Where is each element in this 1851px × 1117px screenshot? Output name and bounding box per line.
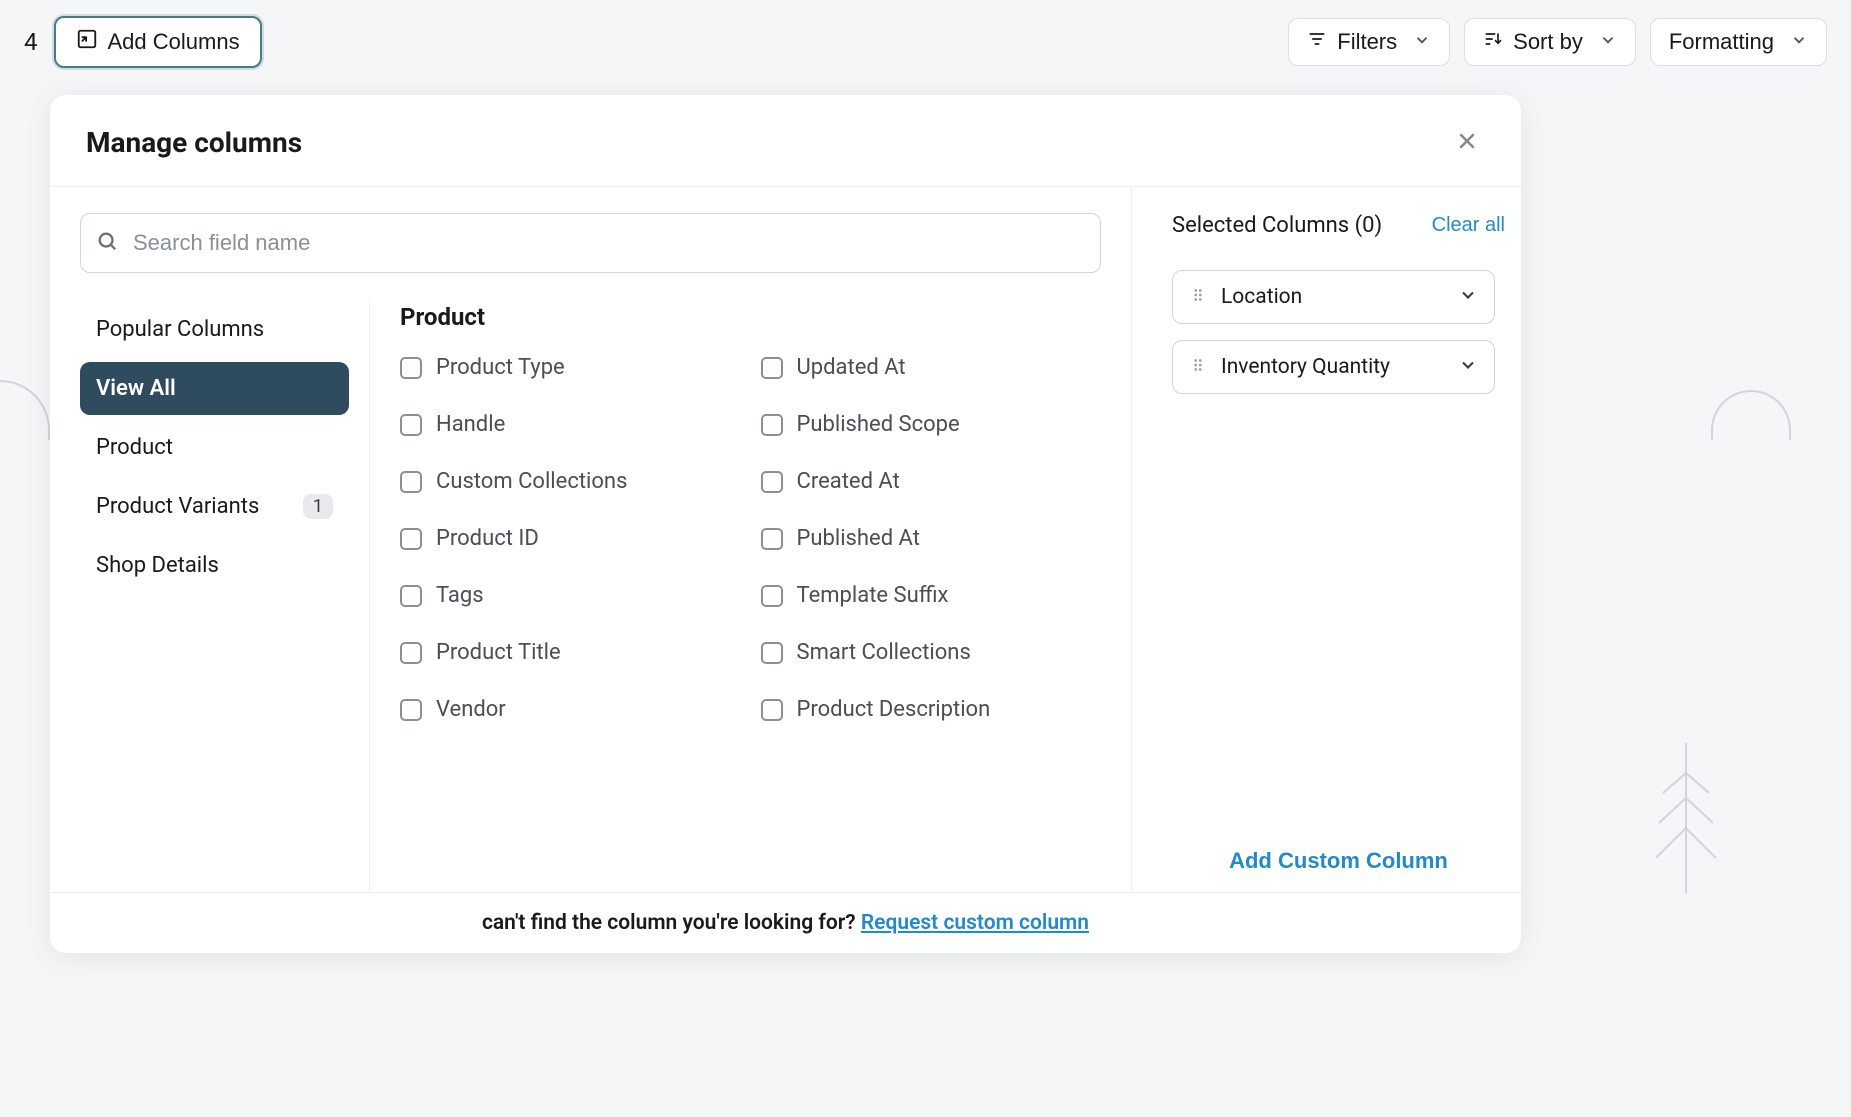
sidebar-item-label: Product Variants xyxy=(96,494,259,519)
chevron-down-icon[interactable] xyxy=(1458,355,1478,379)
selected-column-item[interactable]: Location xyxy=(1172,270,1495,324)
sidebar-item-label: Popular Columns xyxy=(96,317,264,342)
checkbox-icon xyxy=(761,699,783,721)
sort-by-label: Sort by xyxy=(1513,29,1583,55)
formatting-label: Formatting xyxy=(1669,29,1774,55)
selected-list-scroll[interactable]: Location Inventory Quantity xyxy=(1172,270,1505,830)
field-checkbox-item[interactable]: Product Type xyxy=(400,355,741,380)
chevron-down-icon xyxy=(1790,29,1808,55)
sort-icon xyxy=(1483,29,1503,55)
sidebar-item-view-all[interactable]: View All xyxy=(80,362,349,415)
field-checkbox-item[interactable]: Tags xyxy=(400,583,741,608)
field-label: Published At xyxy=(797,526,920,551)
field-label: Product ID xyxy=(436,526,539,551)
field-checkbox-item[interactable]: Handle xyxy=(400,412,741,437)
field-label: Updated At xyxy=(797,355,906,380)
field-checkbox-item[interactable]: Published Scope xyxy=(761,412,1102,437)
drag-handle-icon[interactable] xyxy=(1189,356,1207,378)
checkbox-icon xyxy=(400,414,422,436)
checkbox-icon xyxy=(400,528,422,550)
field-label: Handle xyxy=(436,412,505,437)
formatting-button[interactable]: Formatting xyxy=(1650,18,1827,66)
close-icon xyxy=(1455,141,1479,156)
search-input[interactable] xyxy=(80,213,1101,273)
sidebar-item-shop-details[interactable]: Shop Details xyxy=(80,539,349,592)
chevron-down-icon xyxy=(1413,29,1431,55)
bg-cloud-left xyxy=(0,380,50,440)
request-custom-column-link[interactable]: Request custom column xyxy=(861,911,1089,935)
sort-by-button[interactable]: Sort by xyxy=(1464,18,1636,66)
filter-icon xyxy=(1307,29,1327,55)
checkbox-icon xyxy=(761,528,783,550)
field-label: Product Description xyxy=(797,697,991,722)
field-label: Created At xyxy=(797,469,900,494)
checkbox-icon xyxy=(400,471,422,493)
section-heading: Product xyxy=(400,303,1101,331)
clear-all-button[interactable]: Clear all xyxy=(1432,214,1505,237)
add-custom-column-button[interactable]: Add Custom Column xyxy=(1172,830,1505,892)
category-sidebar: Popular Columns View All Product Product… xyxy=(80,303,370,892)
checkbox-icon xyxy=(400,585,422,607)
selected-column-item[interactable]: Inventory Quantity xyxy=(1172,340,1495,394)
bg-tree-icon xyxy=(1651,743,1721,897)
field-label: Template Suffix xyxy=(797,583,949,608)
checkbox-icon xyxy=(761,414,783,436)
field-checkbox-item[interactable]: Smart Collections xyxy=(761,640,1102,665)
add-columns-label: Add Columns xyxy=(108,29,240,55)
sidebar-item-product[interactable]: Product xyxy=(80,421,349,474)
field-label: Published Scope xyxy=(797,412,960,437)
drag-handle-icon[interactable] xyxy=(1189,286,1207,308)
field-checkbox-item[interactable]: Published At xyxy=(761,526,1102,551)
footer-lead-text: can't find the column you're looking for… xyxy=(482,911,861,935)
close-button[interactable] xyxy=(1449,123,1485,162)
sidebar-item-product-variants[interactable]: Product Variants 1 xyxy=(80,480,349,533)
field-checkbox-item[interactable]: Vendor xyxy=(400,697,741,722)
field-label: Product Title xyxy=(436,640,561,665)
sidebar-item-label: View All xyxy=(96,376,176,401)
search-icon xyxy=(96,230,118,256)
field-label: Smart Collections xyxy=(797,640,971,665)
checkbox-icon xyxy=(761,471,783,493)
field-checkbox-item[interactable]: Created At xyxy=(761,469,1102,494)
checkbox-icon xyxy=(761,585,783,607)
field-label: Tags xyxy=(436,583,484,608)
checkbox-icon xyxy=(400,699,422,721)
checkbox-icon xyxy=(761,642,783,664)
sidebar-item-popular[interactable]: Popular Columns xyxy=(80,303,349,356)
bg-cloud-right xyxy=(1711,390,1791,440)
field-checkbox-item[interactable]: Product ID xyxy=(400,526,741,551)
field-checkbox-item[interactable]: Product Title xyxy=(400,640,741,665)
filters-button[interactable]: Filters xyxy=(1288,18,1450,66)
sidebar-item-label: Product xyxy=(96,435,173,460)
field-label: Product Type xyxy=(436,355,565,380)
checkbox-icon xyxy=(761,357,783,379)
sidebar-badge: 1 xyxy=(303,494,333,519)
selected-column-label: Location xyxy=(1221,285,1302,309)
add-columns-button[interactable]: Add Columns xyxy=(54,16,262,68)
selected-column-label: Inventory Quantity xyxy=(1221,355,1390,379)
field-checkbox-item[interactable]: Custom Collections xyxy=(400,469,741,494)
selected-columns-title: Selected Columns (0) xyxy=(1172,213,1382,238)
checkbox-icon xyxy=(400,357,422,379)
toolbar-number: 4 xyxy=(24,28,38,56)
checkbox-icon xyxy=(400,642,422,664)
add-columns-icon xyxy=(76,28,98,56)
fields-scroll-area[interactable]: Product Product Type Updated At Handle P… xyxy=(370,303,1101,892)
sidebar-item-label: Shop Details xyxy=(96,553,219,578)
field-label: Vendor xyxy=(436,697,506,722)
field-checkbox-item[interactable]: Product Description xyxy=(761,697,1102,722)
manage-columns-modal: Manage columns xyxy=(50,95,1521,953)
field-checkbox-item[interactable]: Updated At xyxy=(761,355,1102,380)
field-label: Custom Collections xyxy=(436,469,627,494)
modal-footer: can't find the column you're looking for… xyxy=(50,892,1521,953)
chevron-down-icon xyxy=(1599,29,1617,55)
modal-title: Manage columns xyxy=(86,126,302,159)
filters-label: Filters xyxy=(1337,29,1397,55)
field-checkbox-item[interactable]: Template Suffix xyxy=(761,583,1102,608)
top-toolbar: 4 Add Columns xyxy=(0,0,1851,84)
chevron-down-icon[interactable] xyxy=(1458,285,1478,309)
